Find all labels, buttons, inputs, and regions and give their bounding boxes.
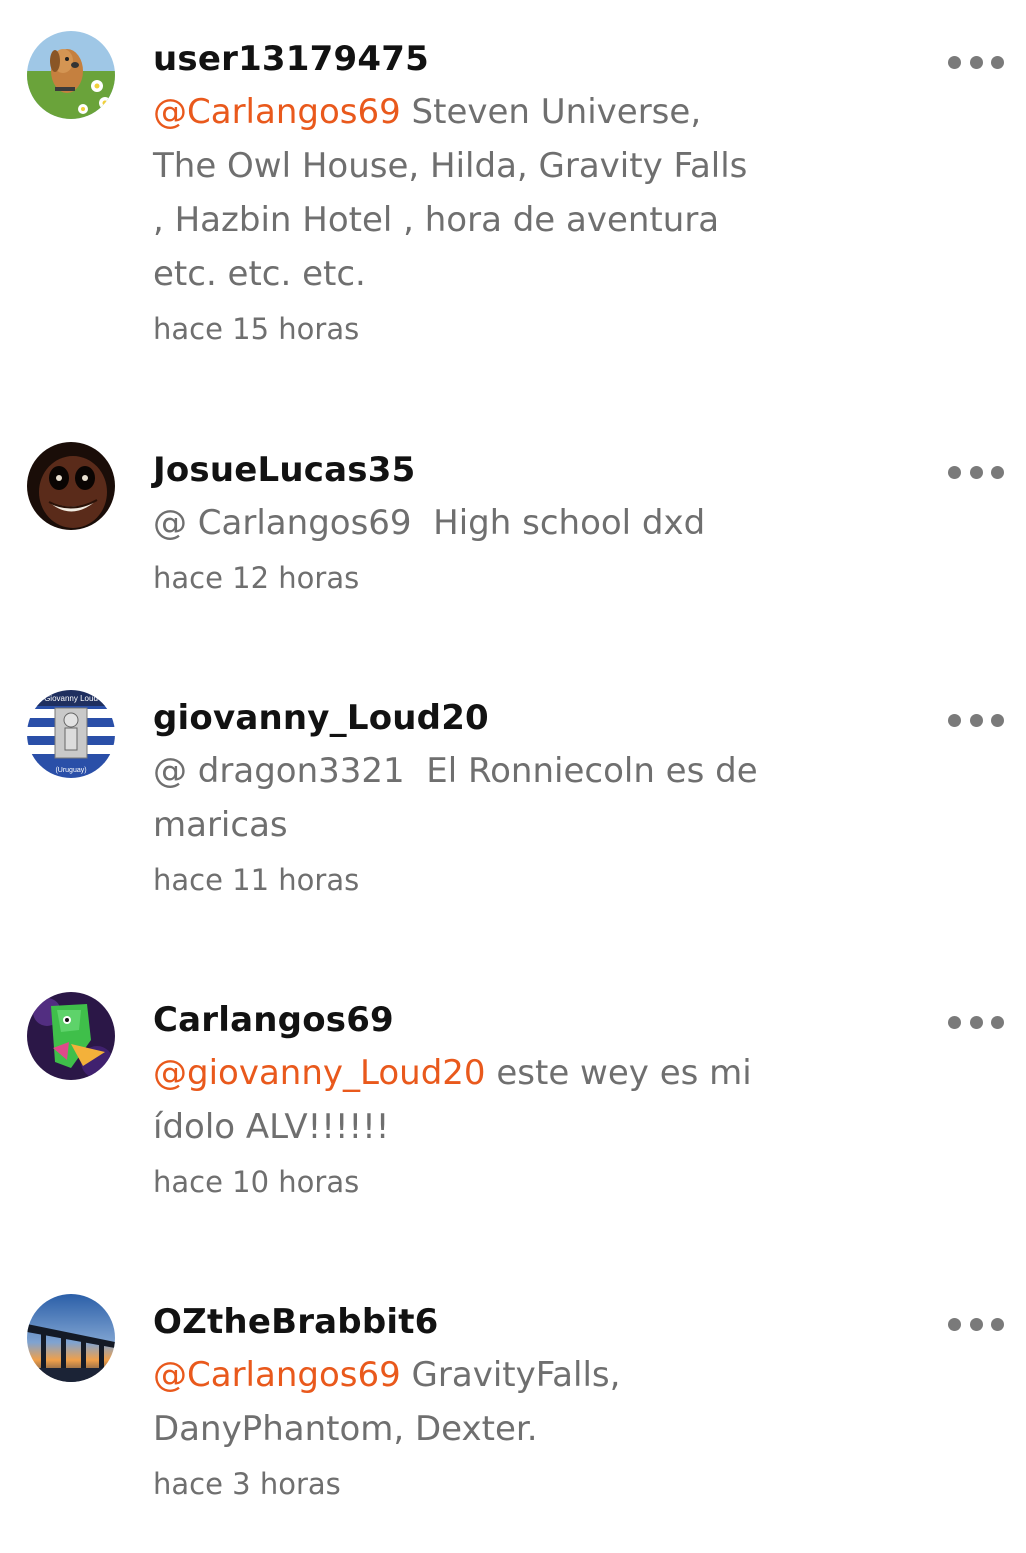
more-options-button[interactable] bbox=[948, 462, 1004, 482]
more-options-icon bbox=[948, 55, 961, 69]
uruguay-flag-avatar-icon: Giovanny Loud (Uruguay) bbox=[27, 690, 115, 778]
more-options-icon bbox=[948, 1317, 961, 1331]
comment-username[interactable]: user13179475 bbox=[153, 37, 773, 81]
comment-timestamp: hace 11 horas bbox=[153, 863, 360, 897]
comment-timestamp: hace 3 horas bbox=[153, 1467, 341, 1501]
comment-text: @ dragon3321 El Ronniecoln es de maricas bbox=[153, 744, 773, 852]
comment-username[interactable]: OZtheBrabbit6 bbox=[153, 1300, 773, 1344]
more-options-dot bbox=[969, 465, 983, 479]
comment-timestamp: hace 15 horas bbox=[153, 312, 360, 346]
more-options-dot bbox=[969, 713, 983, 727]
user-avatar[interactable] bbox=[27, 31, 115, 119]
dog-avatar-icon bbox=[27, 31, 115, 119]
comment-timestamp: hace 10 horas bbox=[153, 1165, 360, 1199]
user-avatar[interactable] bbox=[27, 992, 115, 1080]
user-avatar[interactable]: Giovanny Loud (Uruguay) bbox=[27, 690, 115, 778]
more-options-icon bbox=[948, 713, 961, 727]
more-options-button[interactable] bbox=[948, 1012, 1004, 1032]
comment-username[interactable]: JosueLucas35 bbox=[153, 448, 773, 492]
comment-content: user13179475 @Carlangos69 Steven Univers… bbox=[153, 37, 773, 349]
comment-text: @ Carlangos69 High school dxd bbox=[153, 496, 773, 550]
more-options-dot bbox=[991, 713, 1004, 727]
user-avatar[interactable] bbox=[27, 442, 115, 530]
comment-timestamp: hace 12 horas bbox=[153, 561, 360, 595]
bridge-sunset-avatar-icon bbox=[27, 1294, 115, 1382]
cartoon-character-avatar-icon bbox=[27, 992, 115, 1080]
more-options-dot bbox=[991, 1015, 1004, 1029]
user-avatar[interactable] bbox=[27, 1294, 115, 1382]
more-options-dot bbox=[969, 1015, 983, 1029]
mention-link[interactable]: @Carlangos69 bbox=[153, 1355, 401, 1395]
more-options-icon bbox=[948, 1015, 961, 1029]
more-options-button[interactable] bbox=[948, 710, 1004, 730]
more-options-button[interactable] bbox=[948, 52, 1004, 72]
comment-text-body: @ dragon3321 El Ronniecoln es de maricas bbox=[153, 751, 758, 845]
comment-content: OZtheBrabbit6 @Carlangos69 GravityFalls,… bbox=[153, 1300, 773, 1504]
comment-text-body: @ Carlangos69 High school dxd bbox=[153, 503, 706, 543]
more-options-icon bbox=[948, 465, 961, 479]
comment-content: giovanny_Loud20 @ dragon3321 El Ronnieco… bbox=[153, 696, 773, 900]
comment-text: @giovanny_Loud20 este wey es mi ídolo AL… bbox=[153, 1046, 773, 1154]
avatar-caption-bottom: (Uruguay) bbox=[55, 767, 86, 774]
comment-text: @Carlangos69 GravityFalls, DanyPhantom, … bbox=[153, 1348, 773, 1456]
more-options-button[interactable] bbox=[948, 1314, 1004, 1334]
more-options-dot bbox=[991, 465, 1004, 479]
comment-username[interactable]: Carlangos69 bbox=[153, 998, 773, 1042]
avatar-caption-top: Giovanny Loud bbox=[44, 694, 98, 703]
comment-list: user13179475 @Carlangos69 Steven Univers… bbox=[0, 0, 1026, 1553]
more-options-dot bbox=[969, 55, 983, 69]
comment-content: Carlangos69 @giovanny_Loud20 este wey es… bbox=[153, 998, 773, 1202]
more-options-dot bbox=[991, 55, 1004, 69]
creepy-face-avatar-icon bbox=[27, 442, 115, 530]
comment-text: @Carlangos69 Steven Universe, The Owl Ho… bbox=[153, 85, 773, 301]
mention-link[interactable]: @giovanny_Loud20 bbox=[153, 1053, 486, 1093]
mention-link[interactable]: @Carlangos69 bbox=[153, 92, 401, 132]
more-options-dot bbox=[969, 1317, 983, 1331]
comment-content: JosueLucas35 @ Carlangos69 High school d… bbox=[153, 448, 773, 598]
comment-username[interactable]: giovanny_Loud20 bbox=[153, 696, 773, 740]
more-options-dot bbox=[991, 1317, 1004, 1331]
